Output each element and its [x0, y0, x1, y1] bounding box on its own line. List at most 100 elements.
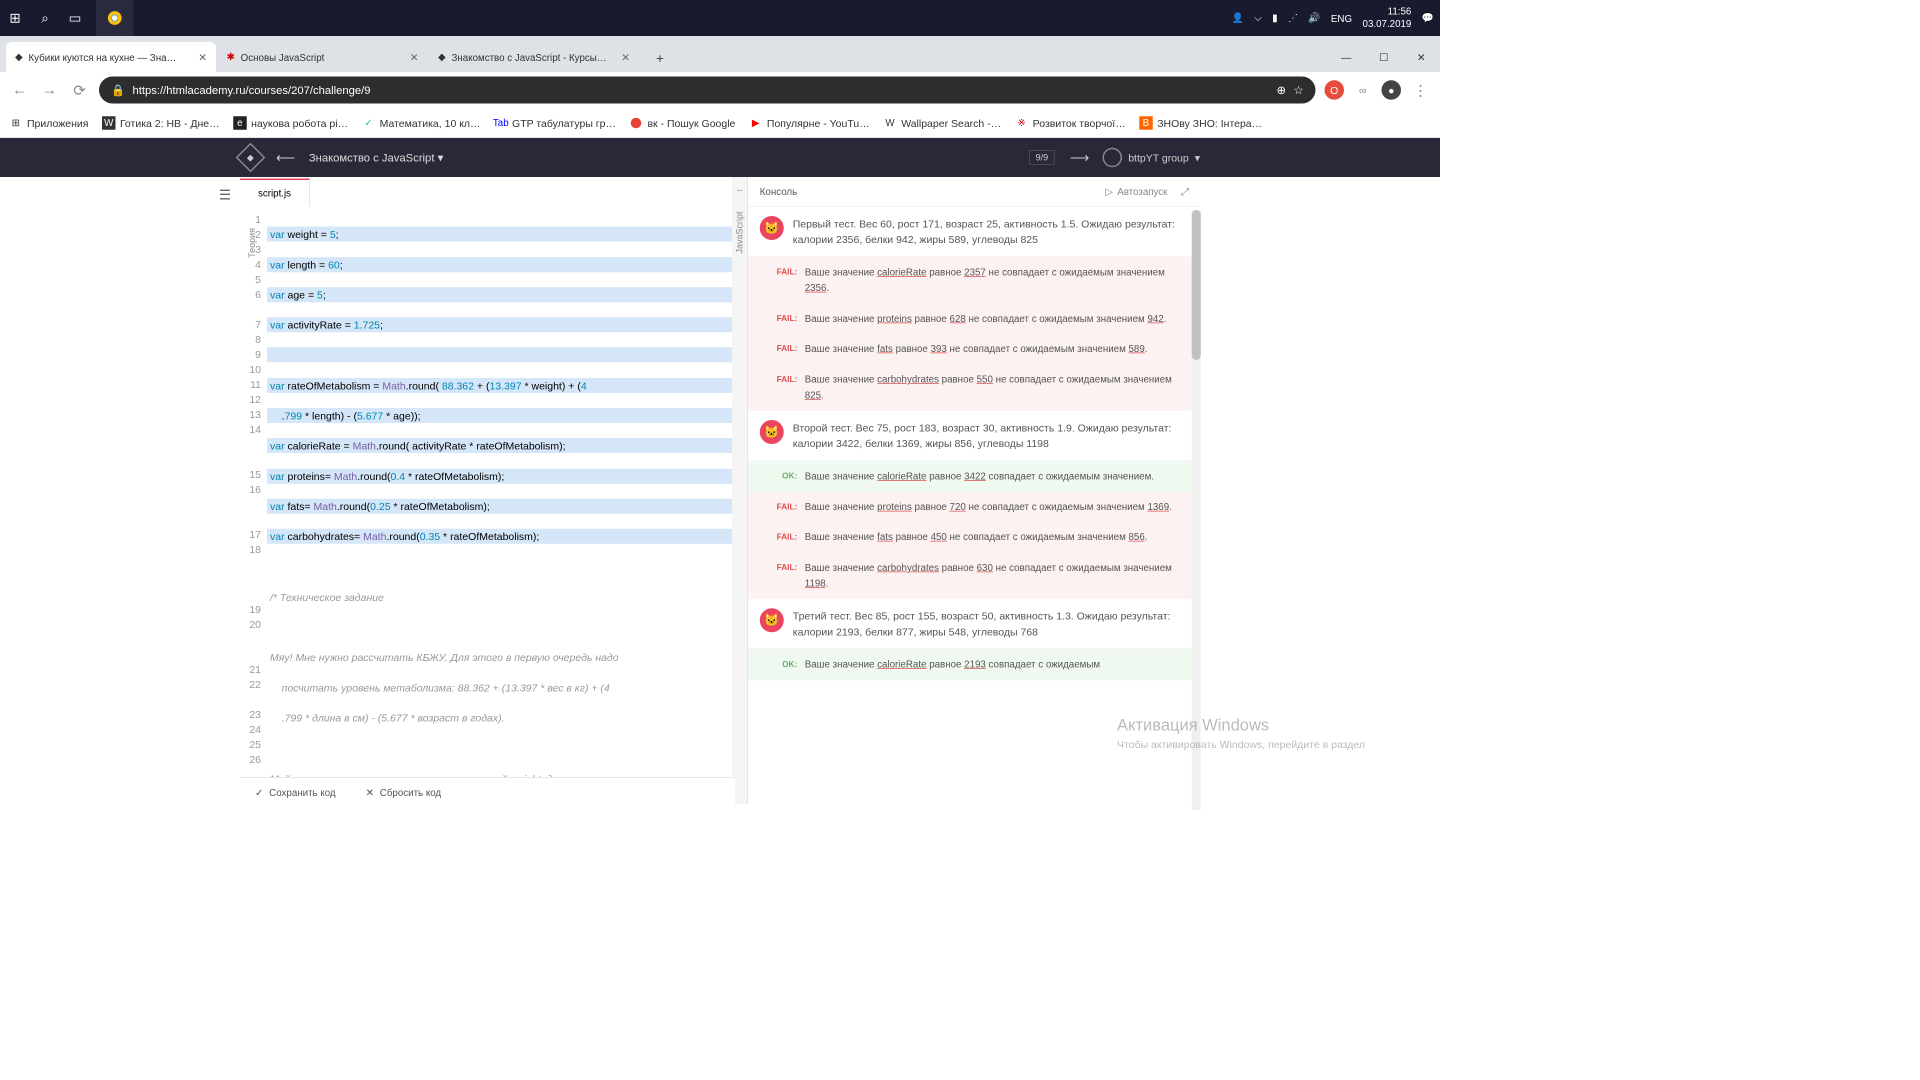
windows-activation-watermark: Активация Windows Чтобы активировать Win… [1117, 716, 1365, 751]
progress-indicator: 9/9 [1029, 150, 1055, 165]
bot-avatar-icon: 🐱 [760, 216, 784, 240]
windows-taskbar: ⊞ ⌕ ▭ 👤 ⌵ ▮ ⋰ 🔊 ENG 11:56 03.07.2019 💬 [0, 0, 1440, 36]
next-lesson-button[interactable]: ⟶ [1070, 150, 1088, 166]
apps-button[interactable]: ⊞Приложения [9, 116, 88, 130]
tab-favicon-icon: ◆ [15, 51, 23, 63]
console-title: Консоль [760, 186, 797, 197]
extension-icon[interactable]: O [1325, 80, 1345, 100]
bookmark-item[interactable]: BЗНОву ЗНО: Інтера… [1139, 116, 1262, 130]
bookmark-item[interactable]: TabGTP табулатуры гр… [494, 116, 616, 130]
file-tab[interactable]: script.js [240, 178, 310, 206]
autorun-toggle[interactable]: ▷ Автозапуск ⤢ [1105, 186, 1189, 198]
tab-favicon-icon: ✱ [227, 51, 235, 63]
prev-lesson-button[interactable]: ⟵ [276, 150, 294, 166]
wifi-icon[interactable]: ⋰ [1288, 12, 1298, 24]
test-result-ok: OK:Ваше значение calorieRate равное 2193… [748, 649, 1201, 680]
workspace: ☰ Теория script.js 123456789101112131415… [0, 177, 1440, 804]
address-bar: ← → ⟳ 🔒 https://htmlacademy.ru/courses/2… [0, 72, 1440, 108]
check-icon: ✓ [255, 786, 263, 798]
search-icon[interactable]: ⌕ [36, 9, 54, 27]
bookmark-item[interactable]: WГотика 2: НВ - Дне… [102, 116, 220, 130]
language-label: JavaScript [731, 201, 748, 264]
notifications-icon[interactable]: 💬 [1422, 12, 1434, 24]
chevron-down-icon: ▾ [1195, 151, 1200, 164]
tab-title: Знакомство с JavaScript - Курсы… [452, 51, 607, 62]
tab-title: Кубики куются на кухне — Зна… [29, 51, 177, 62]
close-icon[interactable]: ✕ [198, 51, 207, 64]
test-result-fail: FAIL:Ваше значение proteins равное 628 н… [748, 303, 1201, 334]
play-icon: ▷ [1105, 186, 1113, 198]
clock-date[interactable]: 03.07.2019 [1363, 18, 1412, 31]
avatar [1103, 148, 1123, 168]
user-name: bttpYT group [1128, 152, 1189, 164]
url-text: https://htmlacademy.ru/courses/207/chall… [133, 84, 371, 97]
menu-icon[interactable]: ⋮ [1410, 80, 1431, 101]
browser-tab[interactable]: ✱ Основы JavaScript ✕ [218, 42, 428, 72]
bookmark-item[interactable]: ✓Математика, 10 кл… [362, 116, 481, 130]
zoom-icon[interactable]: ⊕ [1276, 83, 1285, 97]
tab-title: Основы JavaScript [241, 51, 325, 62]
htmlacademy-logo-icon[interactable]: ◆ [236, 143, 266, 173]
test-result-fail: FAIL:Ваше значение carbohydrates равное … [748, 365, 1201, 411]
close-icon[interactable]: ✕ [410, 51, 419, 64]
theory-tab[interactable]: Теория [244, 218, 261, 269]
close-icon: ✕ [366, 786, 374, 798]
clock-time[interactable]: 11:56 [1388, 5, 1412, 18]
maximize-button[interactable]: ☐ [1365, 42, 1403, 72]
people-icon[interactable]: 👤 [1232, 12, 1244, 24]
console-output[interactable]: 🐱 Первый тест. Вес 60, рост 171, возраст… [748, 207, 1201, 804]
code-editor[interactable]: var weight = 5; var length = 60; var age… [267, 207, 732, 804]
course-title[interactable]: Знакомство с JavaScript ▾ [309, 151, 443, 165]
forward-button[interactable]: → [39, 80, 60, 101]
volume-icon[interactable]: 🔊 [1308, 12, 1320, 24]
star-icon[interactable]: ☆ [1293, 83, 1303, 97]
app-header: ◆ ⟵ Знакомство с JavaScript ▾ 9/9 ⟶ bttp… [0, 138, 1440, 177]
url-input[interactable]: 🔒 https://htmlacademy.ru/courses/207/cha… [99, 77, 1316, 104]
lock-icon: 🔒 [111, 83, 125, 97]
browser-tab[interactable]: ◆ Знакомство с JavaScript - Курсы… ✕ [429, 42, 639, 72]
start-icon[interactable]: ⊞ [6, 9, 24, 27]
bookmark-item[interactable]: ※Розвиток творчої… [1015, 116, 1126, 130]
reload-button[interactable]: ⟳ [69, 80, 90, 101]
battery-icon[interactable]: ▮ [1272, 12, 1277, 24]
test-description: Первый тест. Вес 60, рост 171, возраст 2… [793, 216, 1189, 248]
test-result-fail: FAIL:Ваше значение carbohydrates равное … [748, 553, 1201, 599]
editor-footer: ✓Сохранить код ✕Сбросить код [240, 777, 735, 807]
bookmark-item[interactable]: вк - Пошук Google [629, 116, 735, 130]
close-window-button[interactable]: ✕ [1403, 42, 1441, 72]
save-button[interactable]: ✓Сохранить код [240, 786, 351, 798]
editor-pane: Теория script.js 12345678910111213141516… [240, 177, 732, 804]
bookmark-item[interactable]: ▶Популярне - YouTu… [749, 116, 870, 130]
bookmarks-bar: ⊞Приложения WГотика 2: НВ - Дне… eнауков… [0, 108, 1440, 138]
extension-icon[interactable]: ∞ [1353, 80, 1373, 100]
close-icon[interactable]: ✕ [621, 51, 630, 64]
task-view-icon[interactable]: ▭ [66, 9, 84, 27]
test-result-fail: FAIL:Ваше значение fats равное 450 не со… [748, 522, 1201, 553]
bookmark-item[interactable]: eнаукова робота рі… [233, 116, 348, 130]
test-description: Третий тест. Вес 85, рост 155, возраст 5… [793, 608, 1189, 640]
pane-splitter[interactable]: ↔ JavaScript [732, 177, 747, 804]
line-numbers: 1234567891011121314151617181920212223242… [240, 207, 267, 804]
back-button[interactable]: ← [9, 80, 30, 101]
test-result-fail: FAIL:Ваше значение calorieRate равное 23… [748, 257, 1201, 303]
chevron-up-icon[interactable]: ⌵ [1254, 12, 1261, 24]
test-description: Второй тест. Вес 75, рост 183, возраст 3… [793, 420, 1189, 452]
tab-favicon-icon: ◆ [438, 51, 446, 63]
expand-icon[interactable]: ⤢ [1181, 186, 1189, 198]
bookmark-item[interactable]: WWallpaper Search -… [883, 116, 1001, 130]
resize-icon: ↔ [735, 185, 743, 194]
minimize-button[interactable]: — [1328, 42, 1366, 72]
extension-icon[interactable]: ● [1382, 80, 1402, 100]
browser-tab-active[interactable]: ◆ Кубики куются на кухне — Зна… ✕ [6, 42, 216, 72]
reset-button[interactable]: ✕Сбросить код [351, 786, 457, 798]
bot-avatar-icon: 🐱 [760, 420, 784, 444]
user-menu[interactable]: bttpYT group ▾ [1103, 148, 1200, 168]
test-result-fail: FAIL:Ваше значение proteins равное 720 н… [748, 492, 1201, 523]
language-indicator[interactable]: ENG [1331, 12, 1352, 23]
new-tab-button[interactable]: + [647, 45, 674, 72]
hamburger-icon[interactable]: ☰ [210, 180, 240, 210]
chrome-taskbar-icon[interactable] [96, 0, 134, 36]
console-pane: Консоль ▷ Автозапуск ⤢ 🐱 Первый тест. Ве… [747, 177, 1201, 804]
test-result-fail: FAIL:Ваше значение fats равное 393 не со… [748, 334, 1201, 365]
scrollbar-thumb[interactable] [1192, 210, 1201, 360]
